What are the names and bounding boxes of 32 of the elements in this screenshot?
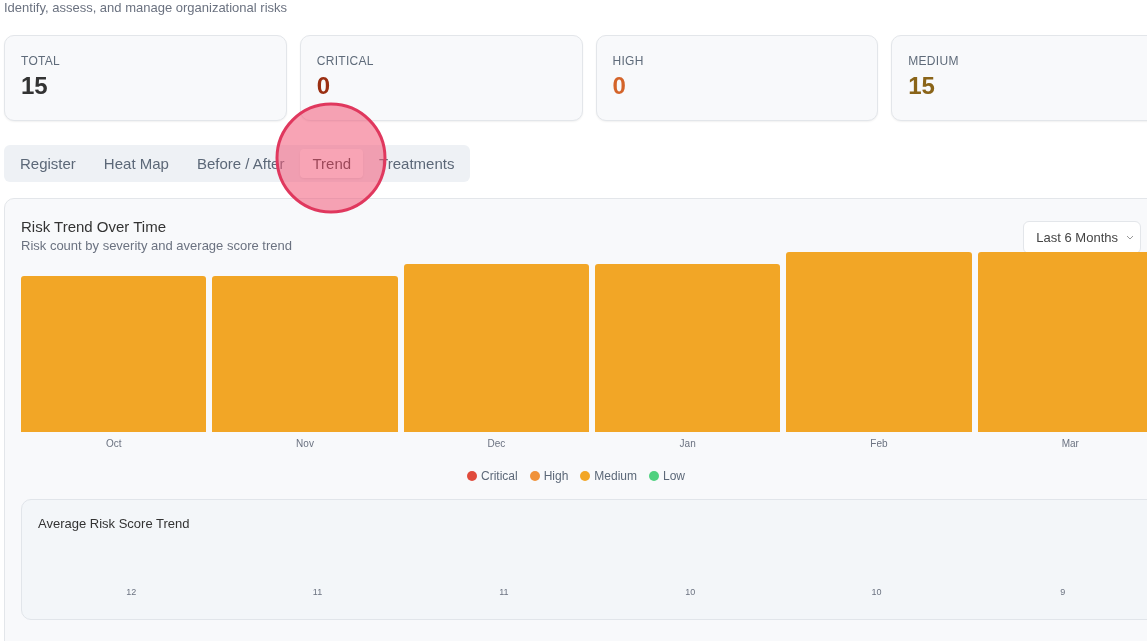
score-label: 10: [685, 587, 696, 597]
period-dropdown[interactable]: Last 6 Months: [1023, 221, 1141, 254]
legend-label: Critical: [480, 469, 518, 483]
stat-label: TOTAL: [21, 54, 62, 68]
stat-label: HIGH: [612, 54, 645, 68]
score-label: 12: [126, 587, 137, 597]
month-label: Nov: [295, 438, 315, 449]
month-label: Oct: [104, 438, 123, 449]
month-label: Feb: [869, 438, 889, 449]
month-label: Dec: [486, 438, 507, 449]
page-subtitle: Identify, assess, and manage organizational risks: [4, 0, 289, 15]
stat-value: 0: [612, 72, 627, 100]
score-label: 11: [499, 587, 509, 597]
score-label: 9: [1060, 587, 1066, 597]
legend-label: Low: [663, 469, 686, 483]
legend-label: Medium: [594, 469, 637, 483]
stat-value: 15: [21, 72, 49, 100]
score-label: 10: [871, 587, 882, 597]
month-label: Mar: [1060, 438, 1080, 449]
score-label: 11: [312, 587, 323, 597]
stat-value: 15: [908, 72, 936, 100]
stat-value: 0: [316, 72, 332, 100]
card-title: Average Risk Score Trend: [38, 516, 191, 531]
month-label: Jan: [678, 438, 697, 449]
tab[interactable]: Trend: [300, 149, 364, 178]
tab[interactable]: Heat Map: [91, 149, 181, 178]
tab[interactable]: Register: [8, 149, 88, 178]
legend-label: High: [543, 469, 569, 483]
stat-label: CRITICAL: [316, 54, 375, 68]
panel-title: Risk Trend Over Time: [21, 218, 168, 235]
stat-label: MEDIUM: [908, 54, 960, 68]
panel-subtitle: Risk count by severity and average score trend: [21, 238, 292, 253]
